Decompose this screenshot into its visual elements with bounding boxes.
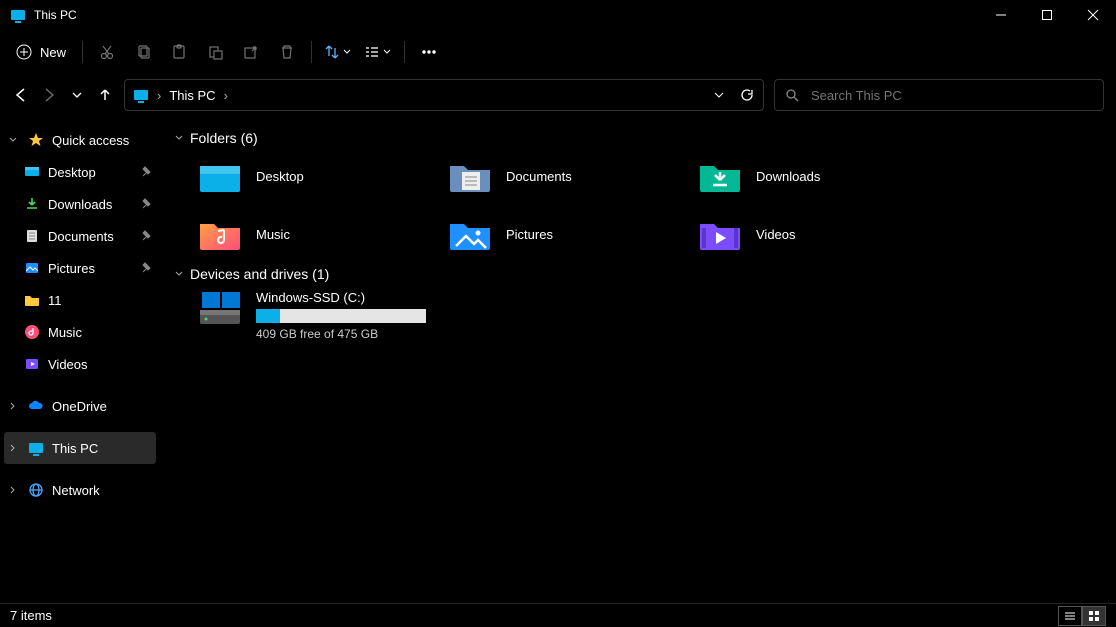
pc-icon xyxy=(26,440,46,456)
search-input[interactable] xyxy=(811,88,1093,103)
cloud-icon xyxy=(26,398,46,414)
icons-view-button[interactable] xyxy=(1082,606,1106,626)
app-icon xyxy=(10,7,26,23)
drive-c[interactable]: Windows-SSD (C:) 409 GB free of 475 GB xyxy=(198,290,1102,341)
pictures-icon xyxy=(22,260,42,276)
chevron-down-icon xyxy=(6,135,20,145)
quick-access-group[interactable]: Quick access xyxy=(0,124,160,156)
network-icon xyxy=(26,482,46,498)
copy-button[interactable] xyxy=(125,34,161,70)
forward-button[interactable] xyxy=(40,87,58,103)
breadcrumb[interactable]: This PC xyxy=(169,88,215,103)
paste-button[interactable] xyxy=(161,34,197,70)
maximize-button[interactable] xyxy=(1024,0,1070,30)
view-button[interactable] xyxy=(358,34,398,70)
chevron-right-icon: › xyxy=(157,88,161,103)
share-button[interactable] xyxy=(233,34,269,70)
cut-button[interactable] xyxy=(89,34,125,70)
documents-icon xyxy=(448,158,492,194)
network-group[interactable]: Network xyxy=(0,474,160,506)
folder-pictures[interactable]: Pictures xyxy=(448,212,688,256)
chevron-down-icon xyxy=(174,269,184,279)
sidebar-item-documents[interactable]: Documents xyxy=(16,220,160,252)
onedrive-group[interactable]: OneDrive xyxy=(0,390,160,422)
content-pane: Folders (6) Desktop Documents Downloads … xyxy=(160,116,1116,603)
folder-desktop[interactable]: Desktop xyxy=(198,154,438,198)
star-icon xyxy=(26,132,46,148)
pin-icon xyxy=(142,198,154,210)
address-dropdown-button[interactable] xyxy=(713,89,725,101)
rename-button[interactable] xyxy=(197,34,233,70)
search-box[interactable] xyxy=(774,79,1104,111)
downloads-icon xyxy=(698,158,742,194)
sidebar-item-11[interactable]: 11 xyxy=(16,284,160,316)
new-label: New xyxy=(40,45,66,60)
delete-button[interactable] xyxy=(269,34,305,70)
drive-icon xyxy=(198,290,242,326)
sort-button[interactable] xyxy=(318,34,358,70)
music-icon xyxy=(22,324,42,340)
folder-music[interactable]: Music xyxy=(198,212,438,256)
sidebar-item-videos[interactable]: Videos xyxy=(16,348,160,380)
window-title: This PC xyxy=(34,8,978,22)
minimize-button[interactable] xyxy=(978,0,1024,30)
separator xyxy=(311,41,312,63)
sidebar-item-music[interactable]: Music xyxy=(16,316,160,348)
back-button[interactable] xyxy=(12,87,30,103)
folder-videos[interactable]: Videos xyxy=(698,212,938,256)
location-icon xyxy=(133,87,149,103)
navigation-bar: › This PC › xyxy=(0,74,1116,116)
separator xyxy=(82,41,83,63)
desktop-icon xyxy=(22,164,42,180)
recent-locations-button[interactable] xyxy=(68,89,86,101)
drives-section-header[interactable]: Devices and drives (1) xyxy=(174,266,1102,282)
navigation-pane: Quick access Desktop Downloads Documents… xyxy=(0,116,160,603)
status-bar: 7 items xyxy=(0,603,1116,627)
drive-label: Windows-SSD (C:) xyxy=(256,290,426,305)
folder-downloads[interactable]: Downloads xyxy=(698,154,938,198)
pin-icon xyxy=(142,230,154,242)
close-button[interactable] xyxy=(1070,0,1116,30)
music-icon xyxy=(198,216,242,252)
chevron-right-icon xyxy=(6,401,20,411)
sidebar-item-pictures[interactable]: Pictures xyxy=(16,252,160,284)
title-bar: This PC xyxy=(0,0,1116,30)
search-icon xyxy=(785,88,799,102)
address-bar[interactable]: › This PC › xyxy=(124,79,764,111)
folder-icon xyxy=(22,292,42,308)
pictures-icon xyxy=(448,216,492,252)
chevron-down-icon xyxy=(342,47,352,57)
videos-icon xyxy=(698,216,742,252)
new-button[interactable]: New xyxy=(6,34,76,70)
documents-icon xyxy=(22,228,42,244)
this-pc-group[interactable]: This PC xyxy=(4,432,156,464)
sidebar-item-desktop[interactable]: Desktop xyxy=(16,156,160,188)
chevron-right-icon: › xyxy=(224,88,228,103)
drive-free-text: 409 GB free of 475 GB xyxy=(256,327,426,341)
folders-section-header[interactable]: Folders (6) xyxy=(174,130,1102,146)
pin-icon xyxy=(142,262,154,274)
downloads-icon xyxy=(22,196,42,212)
sidebar-item-downloads[interactable]: Downloads xyxy=(16,188,160,220)
more-button[interactable] xyxy=(411,34,447,70)
desktop-icon xyxy=(198,158,242,194)
chevron-down-icon xyxy=(174,133,184,143)
details-view-button[interactable] xyxy=(1058,606,1082,626)
chevron-right-icon xyxy=(6,485,20,495)
pin-icon xyxy=(142,166,154,178)
separator xyxy=(404,41,405,63)
refresh-button[interactable] xyxy=(739,87,755,103)
videos-icon xyxy=(22,356,42,372)
chevron-down-icon xyxy=(382,47,392,57)
up-button[interactable] xyxy=(96,87,114,103)
toolbar: New xyxy=(0,30,1116,74)
folder-documents[interactable]: Documents xyxy=(448,154,688,198)
item-count: 7 items xyxy=(10,608,52,623)
drive-usage-bar xyxy=(256,309,426,323)
chevron-right-icon xyxy=(6,443,20,453)
